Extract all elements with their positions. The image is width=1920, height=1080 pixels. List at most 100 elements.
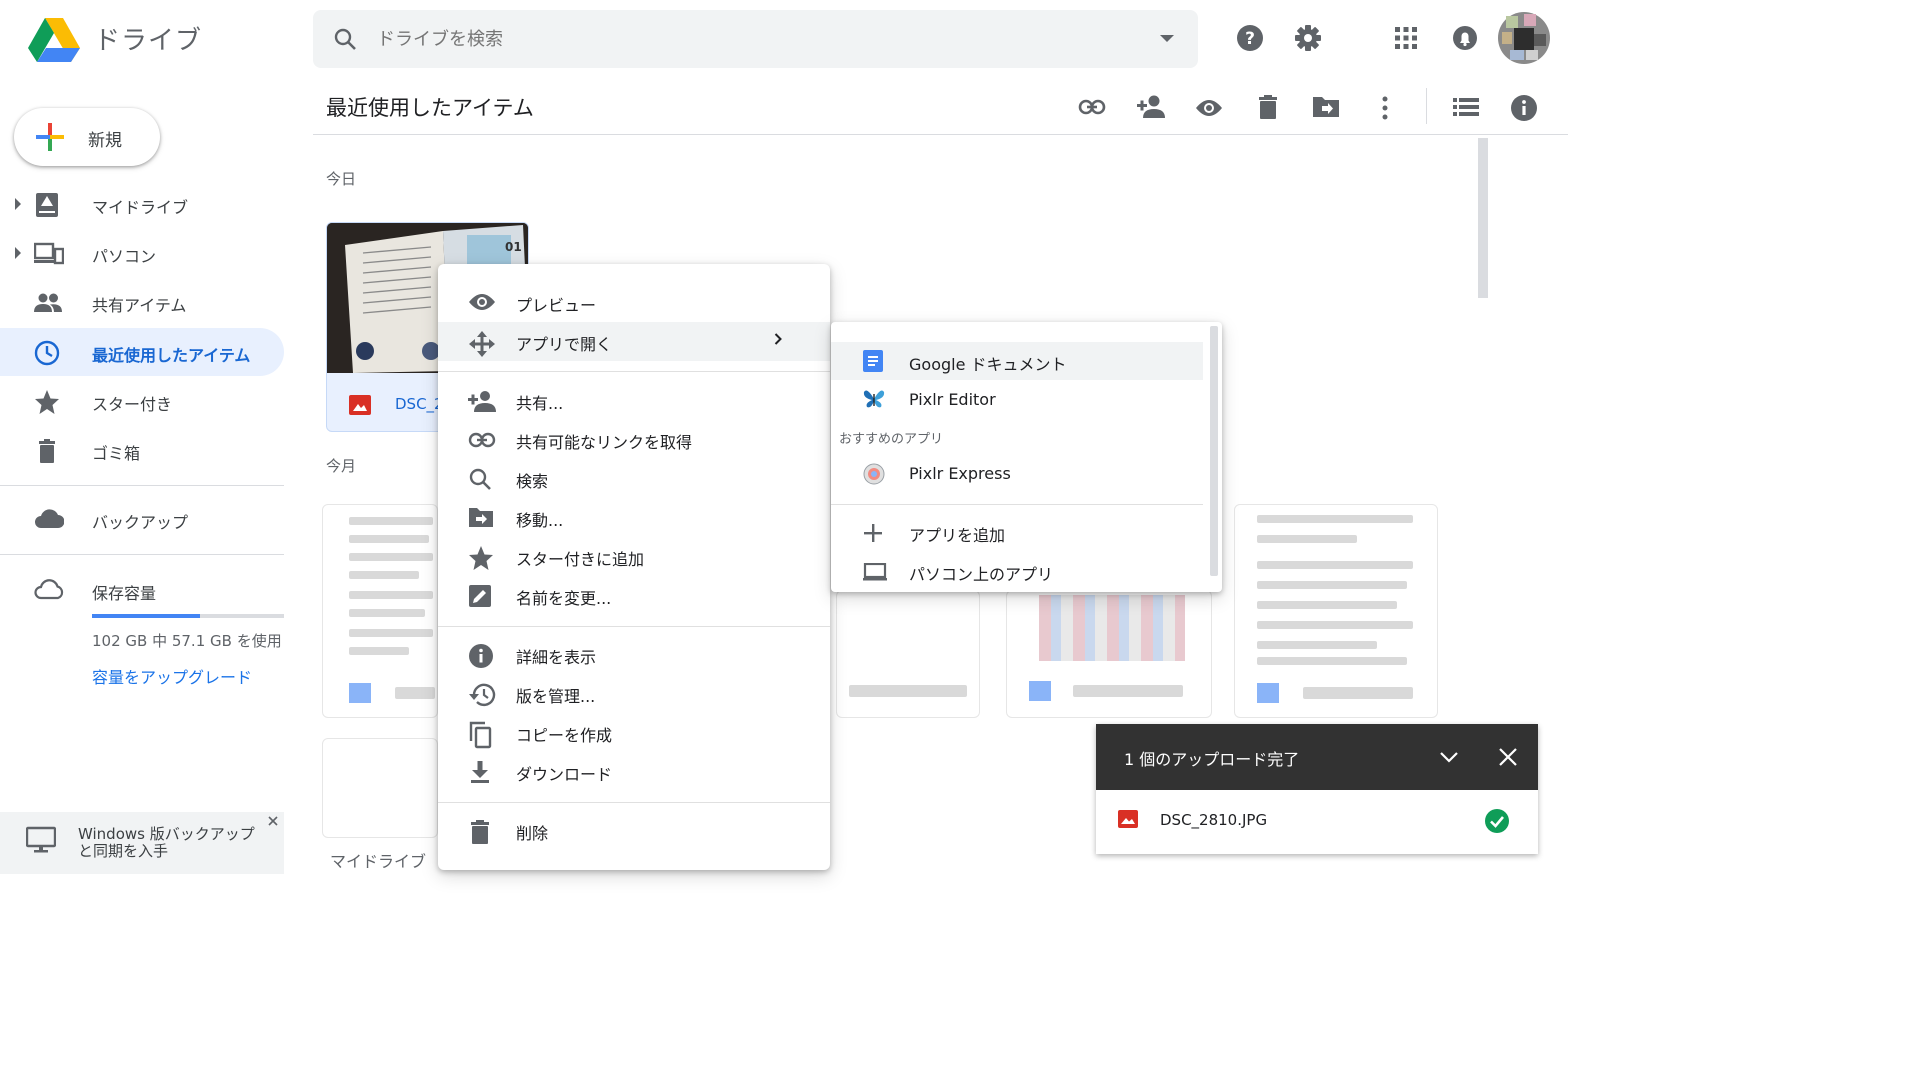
sidebar-item-label: スター付き [92, 395, 173, 414]
promo-text: Windows 版バックアップ と同期を入手 [78, 825, 255, 860]
document-card[interactable] [836, 590, 980, 718]
windows-backup-promo[interactable]: Windows 版バックアップ と同期を入手 [0, 812, 284, 874]
menu-item-search[interactable]: 検索 [438, 459, 830, 498]
laptop-icon [863, 563, 887, 581]
svg-text:?: ? [1245, 29, 1255, 49]
menu-item-view-details[interactable]: 詳細を表示 [438, 635, 830, 674]
image-file-icon [1118, 810, 1138, 828]
menu-item-rename[interactable]: 名前を変更... [438, 576, 830, 615]
menu-divider [438, 626, 830, 627]
search-input[interactable] [377, 24, 1137, 54]
help-icon[interactable]: ? [1236, 24, 1264, 52]
submenu-divider [831, 504, 1203, 505]
move-to-folder-icon[interactable] [1312, 94, 1340, 118]
close-icon[interactable] [1499, 748, 1517, 766]
menu-item-open-with[interactable]: アプリで開く [438, 322, 830, 361]
location-breadcrumb[interactable]: マイドライブ [330, 848, 426, 872]
submenu-scrollbar[interactable] [1210, 326, 1218, 576]
menu-item-label: プレビュー [516, 296, 597, 315]
document-card[interactable] [1234, 504, 1438, 718]
menu-item-get-link[interactable]: 共有可能なリンクを取得 [438, 420, 830, 459]
sidebar-item-trash[interactable]: ゴミ箱 [0, 426, 284, 474]
toolbar-divider [1426, 88, 1427, 124]
more-actions-icon[interactable] [1380, 96, 1390, 120]
user-avatar[interactable] [1498, 12, 1550, 64]
search-icon[interactable] [333, 27, 357, 51]
upload-success-check-icon [1484, 808, 1510, 834]
move-arrows-icon [468, 330, 496, 358]
close-promo-icon[interactable] [268, 816, 278, 826]
search-bar[interactable] [313, 10, 1198, 68]
menu-item-download[interactable]: ダウンロード [438, 752, 830, 791]
menu-item-move[interactable]: 移動... [438, 498, 830, 537]
google-docs-icon [863, 350, 883, 372]
storage-usage-fill [92, 614, 200, 618]
get-link-icon[interactable] [1078, 97, 1106, 117]
menu-item-label: 共有... [516, 394, 564, 413]
app-pixlr-express[interactable]: Pixlr Express [831, 455, 1203, 493]
drive-logo-icon[interactable] [28, 18, 80, 62]
apps-grid-icon[interactable] [1394, 26, 1418, 50]
file-context-menu: プレビュー アプリで開く 共有... 共有可能なリンクを取得 検索 移動... … [438, 264, 830, 870]
document-card[interactable] [322, 504, 438, 718]
search-options-dropdown-icon[interactable] [1160, 35, 1174, 43]
computer-devices-icon [34, 241, 64, 267]
sidebar-item-starred[interactable]: スター付き [0, 377, 284, 425]
toolbar-bottom-divider [313, 134, 1568, 135]
add-person-icon [468, 389, 496, 413]
menu-item-label: 検索 [516, 472, 549, 491]
menu-item-label: 版を管理... [516, 687, 596, 706]
move-folder-icon [468, 506, 494, 528]
preview-eye-icon[interactable] [1195, 98, 1223, 118]
menu-divider [438, 371, 830, 372]
sidebar-item-storage[interactable]: 保存容量 [0, 566, 284, 614]
document-card[interactable] [1006, 590, 1212, 718]
sidebar-divider [0, 554, 284, 555]
menu-item-share[interactable]: 共有... [438, 381, 830, 420]
copy-icon [468, 721, 492, 749]
doc-file-icon [1257, 683, 1279, 703]
upgrade-storage-link[interactable]: 容量をアップグレード [92, 664, 252, 688]
menu-item-label: 削除 [516, 824, 549, 843]
app-label: Google ドキュメント [909, 355, 1067, 374]
sidebar-item-label: マイドライブ [92, 198, 189, 217]
upload-complete-title: 1 個のアップロード完了 [1124, 750, 1300, 769]
delete-trash-icon[interactable] [1256, 94, 1280, 120]
suggested-apps-heading: おすすめのアプリ [839, 432, 944, 447]
shared-people-icon [34, 290, 62, 316]
app-label: パソコン上のアプリ [909, 565, 1054, 584]
new-button[interactable]: 新規 [14, 108, 160, 166]
my-drive-icon [34, 192, 60, 218]
app-google-docs[interactable]: Google ドキュメント [831, 342, 1203, 380]
expand-caret-icon[interactable] [14, 198, 22, 210]
collapse-chevron-down-icon[interactable] [1440, 751, 1458, 763]
sidebar-item-shared[interactable]: 共有アイテム [0, 278, 284, 326]
add-app-item[interactable]: アプリを追加 [831, 513, 1203, 551]
menu-item-manage-versions[interactable]: 版を管理... [438, 674, 830, 713]
main-scrollbar[interactable] [1478, 138, 1488, 298]
app-pixlr-editor[interactable]: Pixlr Editor [831, 381, 1203, 419]
settings-gear-icon[interactable] [1294, 24, 1322, 52]
sidebar-item-backups[interactable]: バックアップ [0, 495, 284, 543]
uploaded-file-name: DSC_2810.JPG [1160, 811, 1268, 829]
list-view-icon[interactable] [1453, 97, 1479, 117]
sidebar-item-my-drive[interactable]: マイドライブ [0, 180, 284, 228]
document-preview [1039, 595, 1185, 661]
notifications-bell-icon[interactable] [1452, 24, 1478, 52]
expand-caret-icon[interactable] [14, 247, 22, 259]
add-person-icon[interactable] [1136, 94, 1166, 120]
sidebar-item-label: 最近使用したアイテム [92, 346, 251, 365]
document-card[interactable] [322, 738, 438, 838]
menu-item-delete[interactable]: 削除 [438, 811, 830, 850]
details-info-icon[interactable] [1510, 94, 1538, 122]
sidebar-item-label: ゴミ箱 [92, 444, 141, 463]
app-title: ドライブ [94, 26, 203, 56]
menu-item-add-star[interactable]: スター付きに追加 [438, 537, 830, 576]
storage-usage-bar [92, 614, 284, 618]
menu-item-preview[interactable]: プレビュー [438, 283, 830, 322]
desktop-apps-item[interactable]: パソコン上のアプリ [831, 552, 1203, 590]
sidebar-item-computers[interactable]: パソコン [0, 229, 284, 277]
sidebar-item-recent[interactable]: 最近使用したアイテム [0, 328, 284, 376]
menu-item-make-copy[interactable]: コピーを作成 [438, 713, 830, 752]
desktop-monitor-icon [26, 826, 56, 854]
